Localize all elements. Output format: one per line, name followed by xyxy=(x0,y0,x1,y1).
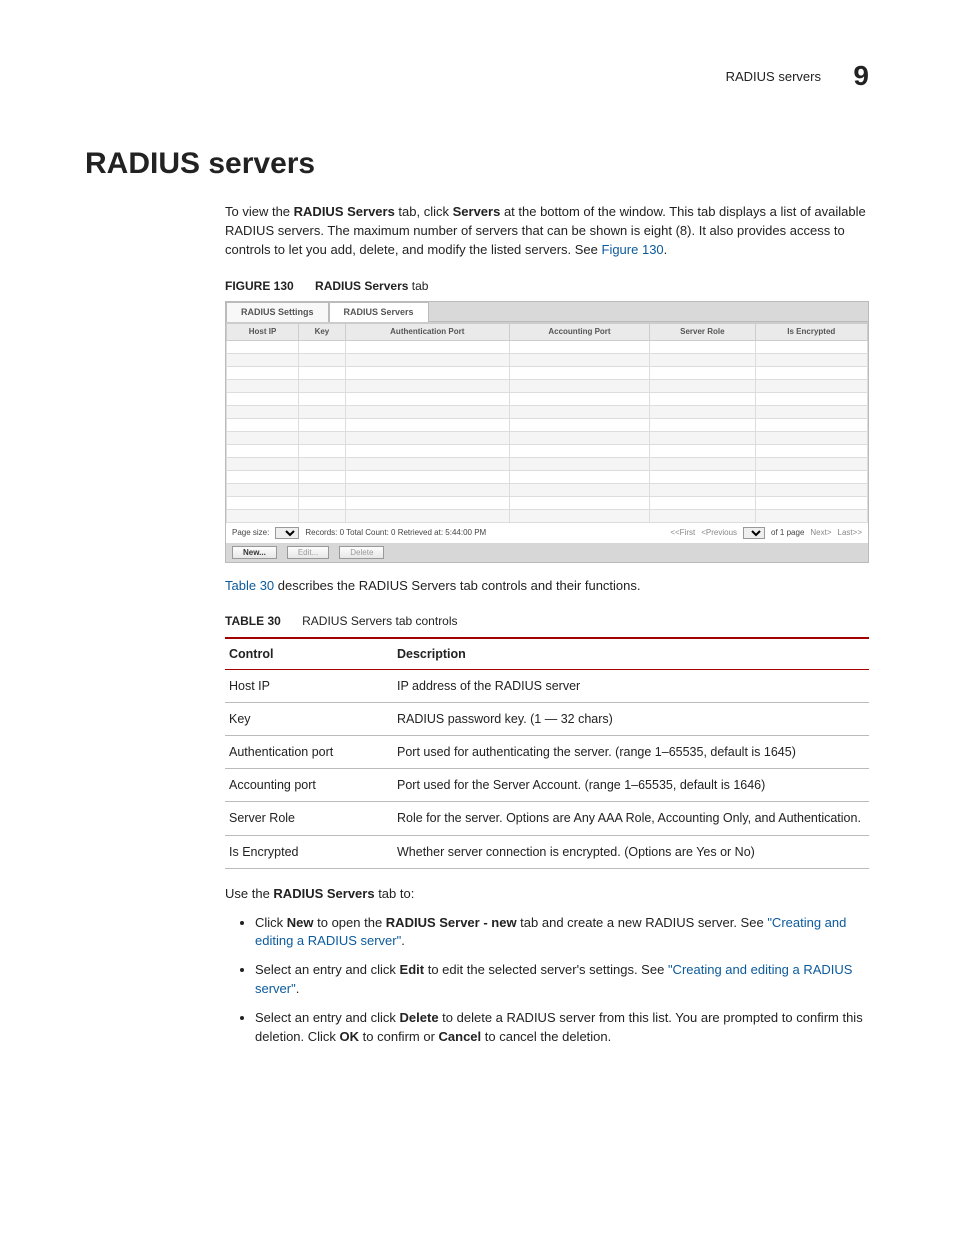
running-header: RADIUS servers 9 xyxy=(85,60,869,92)
col-is-encrypted[interactable]: Is Encrypted xyxy=(755,323,867,340)
button-bar: New... Edit... Delete xyxy=(226,543,868,562)
col-host-ip[interactable]: Host IP xyxy=(227,323,299,340)
tab-strip: RADIUS Settings RADIUS Servers xyxy=(226,302,868,323)
table-row[interactable] xyxy=(227,379,868,392)
th-description: Description xyxy=(393,638,869,670)
table-30: Control Description Host IPIP address of… xyxy=(225,637,869,869)
intro-paragraph: To view the RADIUS Servers tab, click Se… xyxy=(225,203,869,260)
link-figure-130[interactable]: Figure 130 xyxy=(602,242,664,257)
table-row[interactable] xyxy=(227,418,868,431)
table-row[interactable] xyxy=(227,366,868,379)
page-title: RADIUS servers xyxy=(85,147,869,181)
figure-130-screenshot: RADIUS Settings RADIUS Servers Host IP K… xyxy=(225,301,869,563)
bold-radius-servers: RADIUS Servers xyxy=(294,204,395,219)
table-row[interactable] xyxy=(227,496,868,509)
figure-caption: FIGURE 130 RADIUS Servers tab xyxy=(225,278,869,295)
table-row[interactable] xyxy=(227,483,868,496)
table-row[interactable] xyxy=(227,444,868,457)
delete-button[interactable]: Delete xyxy=(339,546,384,559)
table-row: Is EncryptedWhether server connection is… xyxy=(225,835,869,868)
pager-prev[interactable]: <Previous xyxy=(701,527,737,539)
table-caption: TABLE 30 RADIUS Servers tab controls xyxy=(225,613,869,630)
page: RADIUS servers 9 RADIUS servers To view … xyxy=(0,0,954,1235)
records-text: Records: 0 Total Count: 0 Retrieved at: … xyxy=(305,527,486,539)
pager-first[interactable]: <<First xyxy=(670,527,695,539)
table-row: KeyRADIUS password key. (1 — 32 chars) xyxy=(225,703,869,736)
table-row[interactable] xyxy=(227,457,868,470)
page-size-select[interactable]: 15 xyxy=(275,527,299,539)
header-section: RADIUS servers xyxy=(726,69,821,84)
col-acct-port[interactable]: Accounting Port xyxy=(509,323,649,340)
col-auth-port[interactable]: Authentication Port xyxy=(345,323,509,340)
table-row: Host IPIP address of the RADIUS server xyxy=(225,669,869,702)
th-control: Control xyxy=(225,638,393,670)
table-row: Accounting portPort used for the Server … xyxy=(225,769,869,802)
new-button[interactable]: New... xyxy=(232,546,277,559)
pager-of-text: of 1 page xyxy=(771,527,804,539)
table-row[interactable] xyxy=(227,509,868,522)
col-server-role[interactable]: Server Role xyxy=(650,323,755,340)
table-row[interactable] xyxy=(227,340,868,353)
pager-next[interactable]: Next> xyxy=(810,527,831,539)
link-table-30[interactable]: Table 30 xyxy=(225,578,274,593)
tab-radius-servers[interactable]: RADIUS Servers xyxy=(329,302,429,322)
list-item: Select an entry and click Edit to edit t… xyxy=(255,961,869,999)
bullet-list: Click New to open the RADIUS Server - ne… xyxy=(225,914,869,1047)
after-figure-paragraph: Table 30 describes the RADIUS Servers ta… xyxy=(225,577,869,596)
bold-servers: Servers xyxy=(453,204,501,219)
header-chapter: 9 xyxy=(853,60,869,92)
table-row[interactable] xyxy=(227,353,868,366)
use-paragraph: Use the RADIUS Servers tab to: xyxy=(225,885,869,904)
pager-bar: Page size: 15 Records: 0 Total Count: 0 … xyxy=(226,523,868,543)
table-row: Server RoleRole for the server. Options … xyxy=(225,802,869,835)
table-row[interactable] xyxy=(227,405,868,418)
table-row[interactable] xyxy=(227,392,868,405)
list-item: Click New to open the RADIUS Server - ne… xyxy=(255,914,869,952)
pager-page-select[interactable]: 1 xyxy=(743,527,765,539)
edit-button[interactable]: Edit... xyxy=(287,546,329,559)
servers-grid: Host IP Key Authentication Port Accounti… xyxy=(226,323,868,523)
content: To view the RADIUS Servers tab, click Se… xyxy=(225,203,869,1047)
list-item: Select an entry and click Delete to dele… xyxy=(255,1009,869,1047)
table-row: Authentication portPort used for authent… xyxy=(225,736,869,769)
table-row[interactable] xyxy=(227,431,868,444)
page-size-label: Page size: xyxy=(232,527,269,539)
pager-last[interactable]: Last>> xyxy=(838,527,862,539)
col-key[interactable]: Key xyxy=(299,323,346,340)
table-row[interactable] xyxy=(227,470,868,483)
tab-radius-settings[interactable]: RADIUS Settings xyxy=(226,302,329,322)
